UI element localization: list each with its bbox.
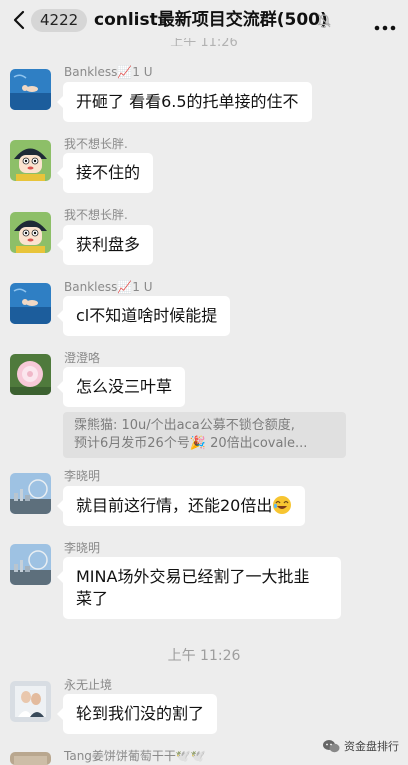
sender-name: 李晓明 bbox=[64, 541, 101, 555]
message-bubble[interactable]: 轮到我们没的割了 bbox=[56, 694, 218, 734]
avatar[interactable] bbox=[10, 752, 51, 765]
sender-name: 澄澄咯 bbox=[64, 351, 101, 365]
avatar[interactable] bbox=[10, 681, 51, 722]
message-bubble[interactable]: 就目前这行情，还能20倍出 bbox=[56, 486, 306, 526]
avatar[interactable] bbox=[10, 140, 51, 181]
mute-bell-icon bbox=[317, 12, 331, 29]
back-chevron-icon[interactable] bbox=[10, 9, 30, 31]
message-bubble[interactable]: 接不住的 bbox=[56, 153, 154, 193]
more-dots-icon[interactable] bbox=[374, 16, 396, 31]
sender-name: Bankless📈1 U bbox=[64, 280, 153, 294]
quoted-message[interactable]: 霂熊猫: 10u/个出aca公募不锁仓额度, 预计6月发币26个号🎉 20倍出c… bbox=[63, 412, 346, 458]
watermark-logo-icon bbox=[322, 739, 340, 753]
message-bubble[interactable]: MINA场外交易已经割了一大批韭 菜了 bbox=[57, 557, 341, 619]
message-line: 菜了 bbox=[76, 589, 109, 608]
message-line: MINA场外交易已经割了一大批韭 bbox=[76, 567, 310, 586]
timestamp-top: 上午 11:26 bbox=[170, 38, 238, 46]
chat-title: conlist最新项目交流群(500) bbox=[94, 10, 328, 30]
avatar[interactable] bbox=[10, 354, 51, 395]
avatar[interactable] bbox=[10, 544, 51, 585]
unread-count-badge[interactable]: 4222 bbox=[31, 9, 88, 32]
avatar[interactable] bbox=[10, 473, 51, 514]
avatar[interactable] bbox=[10, 69, 51, 110]
message-bubble[interactable]: 获利盘多 bbox=[56, 225, 154, 265]
message-bubble[interactable]: cl不知道啥时候能提 bbox=[56, 296, 231, 336]
avatar[interactable] bbox=[10, 212, 51, 253]
watermark-text: 资金盘排行 bbox=[344, 740, 399, 753]
quote-line: 预计6月发币26个号🎉 20倍出covale... bbox=[74, 436, 308, 451]
sender-name: Tang姜饼饼葡萄干干🕊️🕊️ bbox=[64, 749, 206, 763]
avatar[interactable] bbox=[10, 283, 51, 324]
chat-header: 4222 conlist最新项目交流群(500) bbox=[0, 0, 408, 40]
sender-name: 我不想长胖. bbox=[64, 137, 128, 151]
laughing-emoji-icon bbox=[272, 495, 292, 515]
message-bubble[interactable]: 怎么没三叶草 bbox=[56, 367, 186, 407]
sender-name: 我不想长胖. bbox=[64, 208, 128, 222]
sender-name: 李晓明 bbox=[64, 469, 101, 483]
sender-name: Bankless📈1 U bbox=[64, 65, 153, 79]
sender-name: 永无止境 bbox=[64, 678, 113, 692]
timestamp-separator: 上午 11:26 bbox=[167, 648, 241, 664]
message-text: 就目前这行情，还能20倍出 bbox=[76, 496, 273, 515]
watermark: 资金盘排行 bbox=[322, 738, 399, 754]
message-bubble[interactable]: 开砸了 看看6.5的托单接的住不 bbox=[57, 82, 312, 122]
quote-line: 霂熊猫: 10u/个出aca公募不锁仓额度, bbox=[74, 418, 295, 433]
